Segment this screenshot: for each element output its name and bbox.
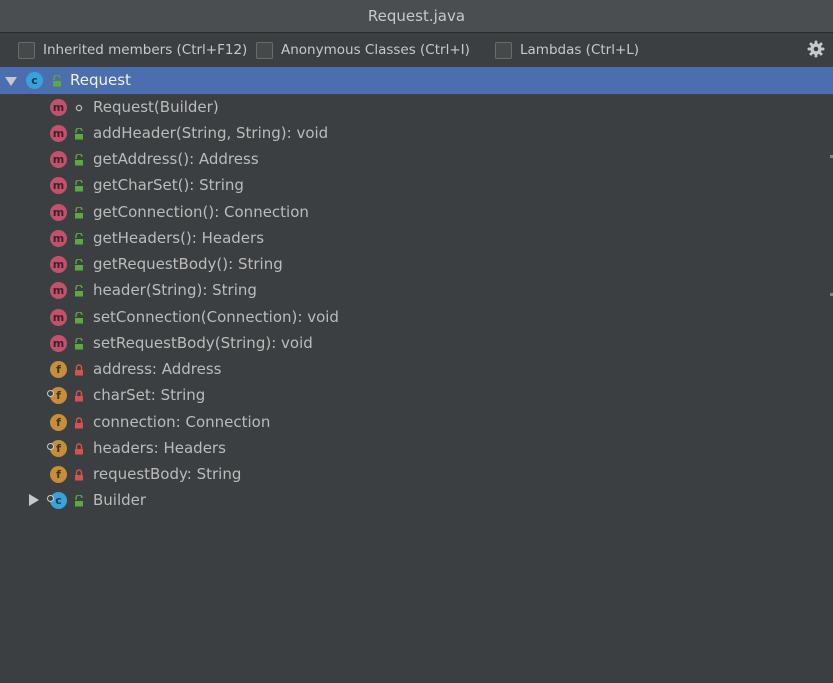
lambdas-checkbox[interactable] xyxy=(495,41,512,59)
member-row-address[interactable]: f address: Address xyxy=(0,356,833,382)
member-row-getconnection[interactable]: m getConnection(): Connection xyxy=(0,199,833,225)
public-lock-open-icon xyxy=(75,154,83,166)
member-label: getConnection(): Connection xyxy=(93,203,309,221)
method-icon: m xyxy=(50,309,67,326)
member-row-setconnection[interactable]: m setConnection(Connection): void xyxy=(0,304,833,330)
public-lock-open-icon xyxy=(53,75,61,87)
public-lock-open-icon xyxy=(75,259,83,271)
method-icon: m xyxy=(50,256,67,273)
member-row-charset[interactable]: f charSet: String xyxy=(0,382,833,408)
method-icon: m xyxy=(50,151,67,168)
expand-arrow-down-icon[interactable] xyxy=(5,75,17,87)
member-row-setrequestbody[interactable]: m setRequestBody(String): void xyxy=(0,330,833,356)
inherited-members-checkbox[interactable] xyxy=(18,41,35,59)
gear-icon[interactable] xyxy=(807,40,825,58)
public-lock-open-icon xyxy=(75,233,83,245)
window-title: Request.java xyxy=(367,7,466,25)
inherited-members-label: Inherited members (Ctrl+F12) xyxy=(43,42,248,58)
member-label: requestBody: String xyxy=(93,465,242,483)
member-label: getRequestBody(): String xyxy=(93,255,283,273)
member-label: address: Address xyxy=(93,360,222,378)
private-lock-icon xyxy=(75,390,83,402)
lambdas-label: Lambdas (Ctrl+L) xyxy=(520,42,640,58)
member-label: header(String): String xyxy=(93,281,257,299)
method-icon: m xyxy=(50,125,67,142)
inherited-members-toggle[interactable]: Inherited members (Ctrl+F12) xyxy=(18,40,247,60)
method-icon: m xyxy=(50,177,67,194)
expand-arrow-right-icon[interactable] xyxy=(28,494,40,506)
member-row-getheaders[interactable]: m getHeaders(): Headers xyxy=(0,225,833,251)
public-lock-open-icon xyxy=(75,128,83,140)
public-lock-open-icon xyxy=(75,338,83,350)
static-class-icon: c xyxy=(47,492,67,509)
package-visibility-icon xyxy=(75,104,83,112)
anonymous-classes-checkbox[interactable] xyxy=(256,41,273,59)
final-pin-icon xyxy=(47,443,54,450)
field-icon: f xyxy=(50,466,67,483)
structure-toolbar: Inherited members (Ctrl+F12) Anonymous C… xyxy=(0,33,833,67)
member-label: getCharSet(): String xyxy=(93,176,244,194)
member-row-headers[interactable]: f headers: Headers xyxy=(0,435,833,461)
method-icon: m xyxy=(50,230,67,247)
class-icon: c xyxy=(26,72,43,89)
method-icon: m xyxy=(50,99,67,116)
public-lock-open-icon xyxy=(75,495,83,507)
tree-node-builder[interactable]: c Builder xyxy=(0,487,833,513)
public-lock-open-icon xyxy=(75,180,83,192)
tree-node-label: Builder xyxy=(93,491,147,509)
field-icon: f xyxy=(50,414,67,431)
public-lock-open-icon xyxy=(75,285,83,297)
final-field-icon: f xyxy=(47,387,67,404)
final-field-icon: f xyxy=(47,440,67,457)
public-lock-open-icon xyxy=(75,312,83,324)
member-row-request-constructor[interactable]: m Request(Builder) xyxy=(0,94,833,120)
member-row-getcharset[interactable]: m getCharSet(): String xyxy=(0,172,833,198)
method-icon: m xyxy=(50,204,67,221)
field-icon: f xyxy=(50,361,67,378)
member-label: setConnection(Connection): void xyxy=(93,308,339,326)
public-lock-open-icon xyxy=(75,207,83,219)
private-lock-icon xyxy=(75,469,83,481)
private-lock-icon xyxy=(75,417,83,429)
member-row-addheader[interactable]: m addHeader(String, String): void xyxy=(0,120,833,146)
member-row-getrequestbody[interactable]: m getRequestBody(): String xyxy=(0,251,833,277)
method-icon: m xyxy=(50,282,67,299)
private-lock-icon xyxy=(75,364,83,376)
final-pin-icon xyxy=(47,390,54,397)
member-row-getaddress[interactable]: m getAddress(): Address xyxy=(0,146,833,172)
private-lock-icon xyxy=(75,443,83,455)
member-label: headers: Headers xyxy=(93,439,226,457)
structure-tree: c Request m Request(Builder) m addHeader… xyxy=(0,67,833,681)
member-label: charSet: String xyxy=(93,386,206,404)
member-label: Request(Builder) xyxy=(93,98,219,116)
member-row-connection[interactable]: f connection: Connection xyxy=(0,409,833,435)
anonymous-classes-label: Anonymous Classes (Ctrl+I) xyxy=(281,42,470,58)
tree-node-label: Request xyxy=(70,71,131,89)
static-pin-icon xyxy=(47,495,54,502)
member-label: addHeader(String, String): void xyxy=(93,124,329,142)
tree-root-request[interactable]: c Request xyxy=(0,67,833,94)
lambdas-toggle[interactable]: Lambdas (Ctrl+L) xyxy=(495,40,639,60)
member-label: connection: Connection xyxy=(93,413,271,431)
window-title-bar: Request.java xyxy=(0,0,833,33)
member-row-header[interactable]: m header(String): String xyxy=(0,277,833,303)
member-label: setRequestBody(String): void xyxy=(93,334,313,352)
method-icon: m xyxy=(50,335,67,352)
member-label: getHeaders(): Headers xyxy=(93,229,265,247)
anonymous-classes-toggle[interactable]: Anonymous Classes (Ctrl+I) xyxy=(256,40,470,60)
member-row-requestbody[interactable]: f requestBody: String xyxy=(0,461,833,487)
member-label: getAddress(): Address xyxy=(93,150,259,168)
